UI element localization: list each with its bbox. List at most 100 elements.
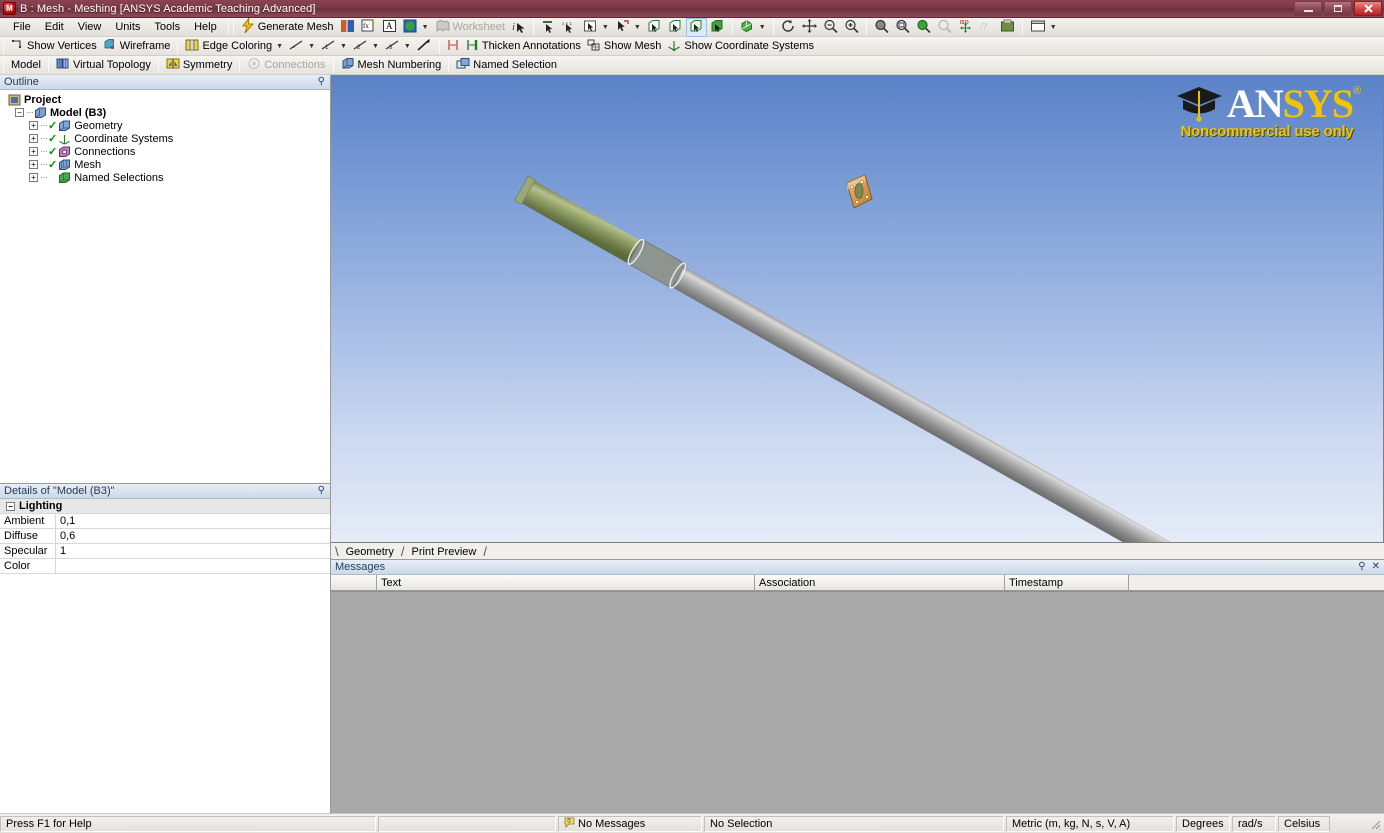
menu-units[interactable]: Units [108, 19, 147, 35]
expander-model[interactable]: − [15, 108, 24, 117]
generate-mesh-button[interactable]: Generate Mesh [238, 16, 337, 37]
tree-node-coordinate-systems[interactable]: + ··· ✓ Coordinate Systems [0, 132, 330, 145]
context-toolbar-grip[interactable] [3, 57, 4, 73]
expander-connections[interactable]: + [29, 147, 38, 156]
tree-node-geometry[interactable]: + ··· ✓ Geometry [0, 119, 330, 132]
show-coordinate-systems-button[interactable]: Show Coordinate Systems [664, 37, 817, 56]
ctx-symmetry[interactable]: Symmetry [163, 56, 236, 75]
new-chart-table-button[interactable]: fx [358, 18, 379, 37]
outline-tree[interactable]: Project − ··· Model (B3) + ··· ✓ Geometr… [0, 90, 330, 484]
status-messages[interactable]: 0 No Messages [558, 815, 702, 832]
details-value-color[interactable] [56, 559, 330, 573]
tree-node-named-selections[interactable]: + ··· ✓ Named Selections [0, 171, 330, 184]
new-figure-caret-icon[interactable]: ▼ [422, 24, 429, 31]
new-annotation-button[interactable]: A [379, 18, 400, 37]
body-select-button[interactable] [707, 18, 728, 37]
display-toolbar-grip[interactable] [3, 38, 4, 54]
edge-direction-button[interactable] [414, 37, 435, 56]
edge-thickness-1-button[interactable]: ▼ [286, 37, 318, 56]
pin-icon[interactable]: ⚲ [318, 76, 325, 87]
messages-col-association[interactable]: Association [755, 575, 1005, 590]
wireframe-button[interactable]: + Wireframe [100, 37, 174, 56]
edge-thickness-2-caret-icon[interactable]: ▼ [340, 43, 347, 50]
edge-select-button[interactable] [665, 18, 686, 37]
tree-node-project[interactable]: Project [0, 93, 330, 106]
resize-grip-icon[interactable] [1368, 817, 1382, 831]
menu-file[interactable]: File [6, 19, 38, 35]
close-icon[interactable]: ✕ [1372, 561, 1380, 572]
menu-view[interactable]: View [71, 19, 109, 35]
menu-edit[interactable]: Edit [38, 19, 71, 35]
vertex-select-button[interactable] [644, 18, 665, 37]
isometric-caret-icon[interactable]: ▼ [759, 24, 766, 31]
ctx-mesh-numbering[interactable]: Mesh Numbering [338, 56, 445, 75]
save-image-button[interactable] [997, 18, 1018, 37]
ctx-model[interactable]: Model [8, 56, 44, 75]
details-value-diffuse[interactable]: 0,6 [56, 529, 330, 543]
messages-col-timestamp[interactable]: Timestamp [1005, 575, 1129, 590]
edge-thickness-3-button[interactable]: 2 ▼ [350, 37, 382, 56]
iso-view-button[interactable]: ISO [955, 18, 976, 37]
viewports-caret-icon[interactable]: ▼ [1050, 24, 1057, 31]
rotate-button[interactable] [778, 18, 799, 37]
magnifier-green-button[interactable] [913, 18, 934, 37]
graphics-viewport[interactable]: ANSYS ® Noncommercial use only 0,000 0,4… [331, 75, 1384, 543]
details-row-specular[interactable]: Specular 1 [0, 544, 330, 559]
zoom-out-button[interactable] [820, 18, 841, 37]
expander-mesh[interactable]: + [29, 160, 38, 169]
menu-tools[interactable]: Tools [147, 19, 187, 35]
zoom-to-fit-button[interactable] [892, 18, 913, 37]
edge-coloring-caret-icon[interactable]: ▼ [276, 43, 283, 50]
extend-selection-button[interactable]: x y z [559, 18, 580, 37]
annotation-width-button[interactable] [444, 37, 463, 56]
details-row-color[interactable]: Color [0, 559, 330, 574]
menu-help[interactable]: Help [187, 19, 224, 35]
tree-node-mesh[interactable]: + ··· ✓ Mesh [0, 158, 330, 171]
show-vertices-button[interactable]: Show Vertices [8, 37, 100, 56]
details-value-ambient[interactable]: 0,1 [56, 514, 330, 528]
details-table[interactable]: − Lighting Ambient 0,1 Diffuse 0,6 Specu… [0, 499, 330, 813]
edge-coloring-button[interactable]: Edge Coloring ▼ [182, 37, 286, 56]
single-select-button[interactable]: ▼ [580, 18, 612, 37]
info-cursor-button[interactable]: i [508, 18, 529, 37]
show-mesh-button[interactable]: Show Mesh [584, 37, 664, 56]
edge-thickness-4-button[interactable]: 3 ▼ [382, 37, 414, 56]
select-mode-button[interactable] [538, 18, 559, 37]
messages-col-icon[interactable] [331, 575, 377, 590]
edge-thickness-2-button[interactable]: 1 ▼ [318, 37, 350, 56]
edge-thickness-3-caret-icon[interactable]: ▼ [372, 43, 379, 50]
box-select-caret-icon[interactable]: ▼ [634, 24, 641, 31]
ctx-named-selection[interactable]: Named Selection [453, 56, 560, 75]
details-value-specular[interactable]: 1 [56, 544, 330, 558]
new-figure-button[interactable]: ▼ [400, 18, 432, 37]
ctx-virtual-topology[interactable]: Virtual Topology [53, 56, 154, 75]
expander-coordinate-systems[interactable]: + [29, 134, 38, 143]
details-row-diffuse[interactable]: Diffuse 0,6 [0, 529, 330, 544]
tab-print-preview[interactable]: Print Preview [405, 545, 484, 559]
face-select-button[interactable] [685, 17, 707, 37]
box-zoom-button[interactable] [871, 18, 892, 37]
minimize-button[interactable] [1294, 1, 1322, 16]
thicken-annotations-button[interactable]: Thicken Annotations [463, 37, 584, 56]
pin-icon[interactable]: ⚲ [318, 485, 325, 496]
messages-list[interactable] [331, 591, 1384, 813]
edge-thickness-1-caret-icon[interactable]: ▼ [308, 43, 315, 50]
close-button[interactable] [1354, 1, 1382, 16]
zoom-in-button[interactable] [841, 18, 862, 37]
pin-icon[interactable]: ⚲ [1358, 561, 1365, 572]
details-category-expander[interactable]: − [6, 501, 15, 511]
new-section-plane-button[interactable] [337, 18, 358, 37]
toolbar-grip[interactable] [232, 19, 234, 35]
details-row-ambient[interactable]: Ambient 0,1 [0, 514, 330, 529]
tree-node-connections[interactable]: + ··· ✓ Connections [0, 145, 330, 158]
edge-thickness-4-caret-icon[interactable]: ▼ [404, 43, 411, 50]
isometric-view-button[interactable]: ▼ [737, 18, 769, 37]
messages-col-text[interactable]: Text [377, 575, 755, 590]
expander-named-selections[interactable]: + [29, 173, 38, 182]
tree-node-model[interactable]: − ··· Model (B3) [0, 106, 330, 119]
box-select-button[interactable]: ▼ [612, 18, 644, 37]
expander-geometry[interactable]: + [29, 121, 38, 130]
pan-button[interactable] [799, 18, 820, 37]
viewports-button[interactable]: ▼ [1027, 18, 1060, 37]
pipe-with-flange-geometry[interactable] [331, 75, 1384, 543]
